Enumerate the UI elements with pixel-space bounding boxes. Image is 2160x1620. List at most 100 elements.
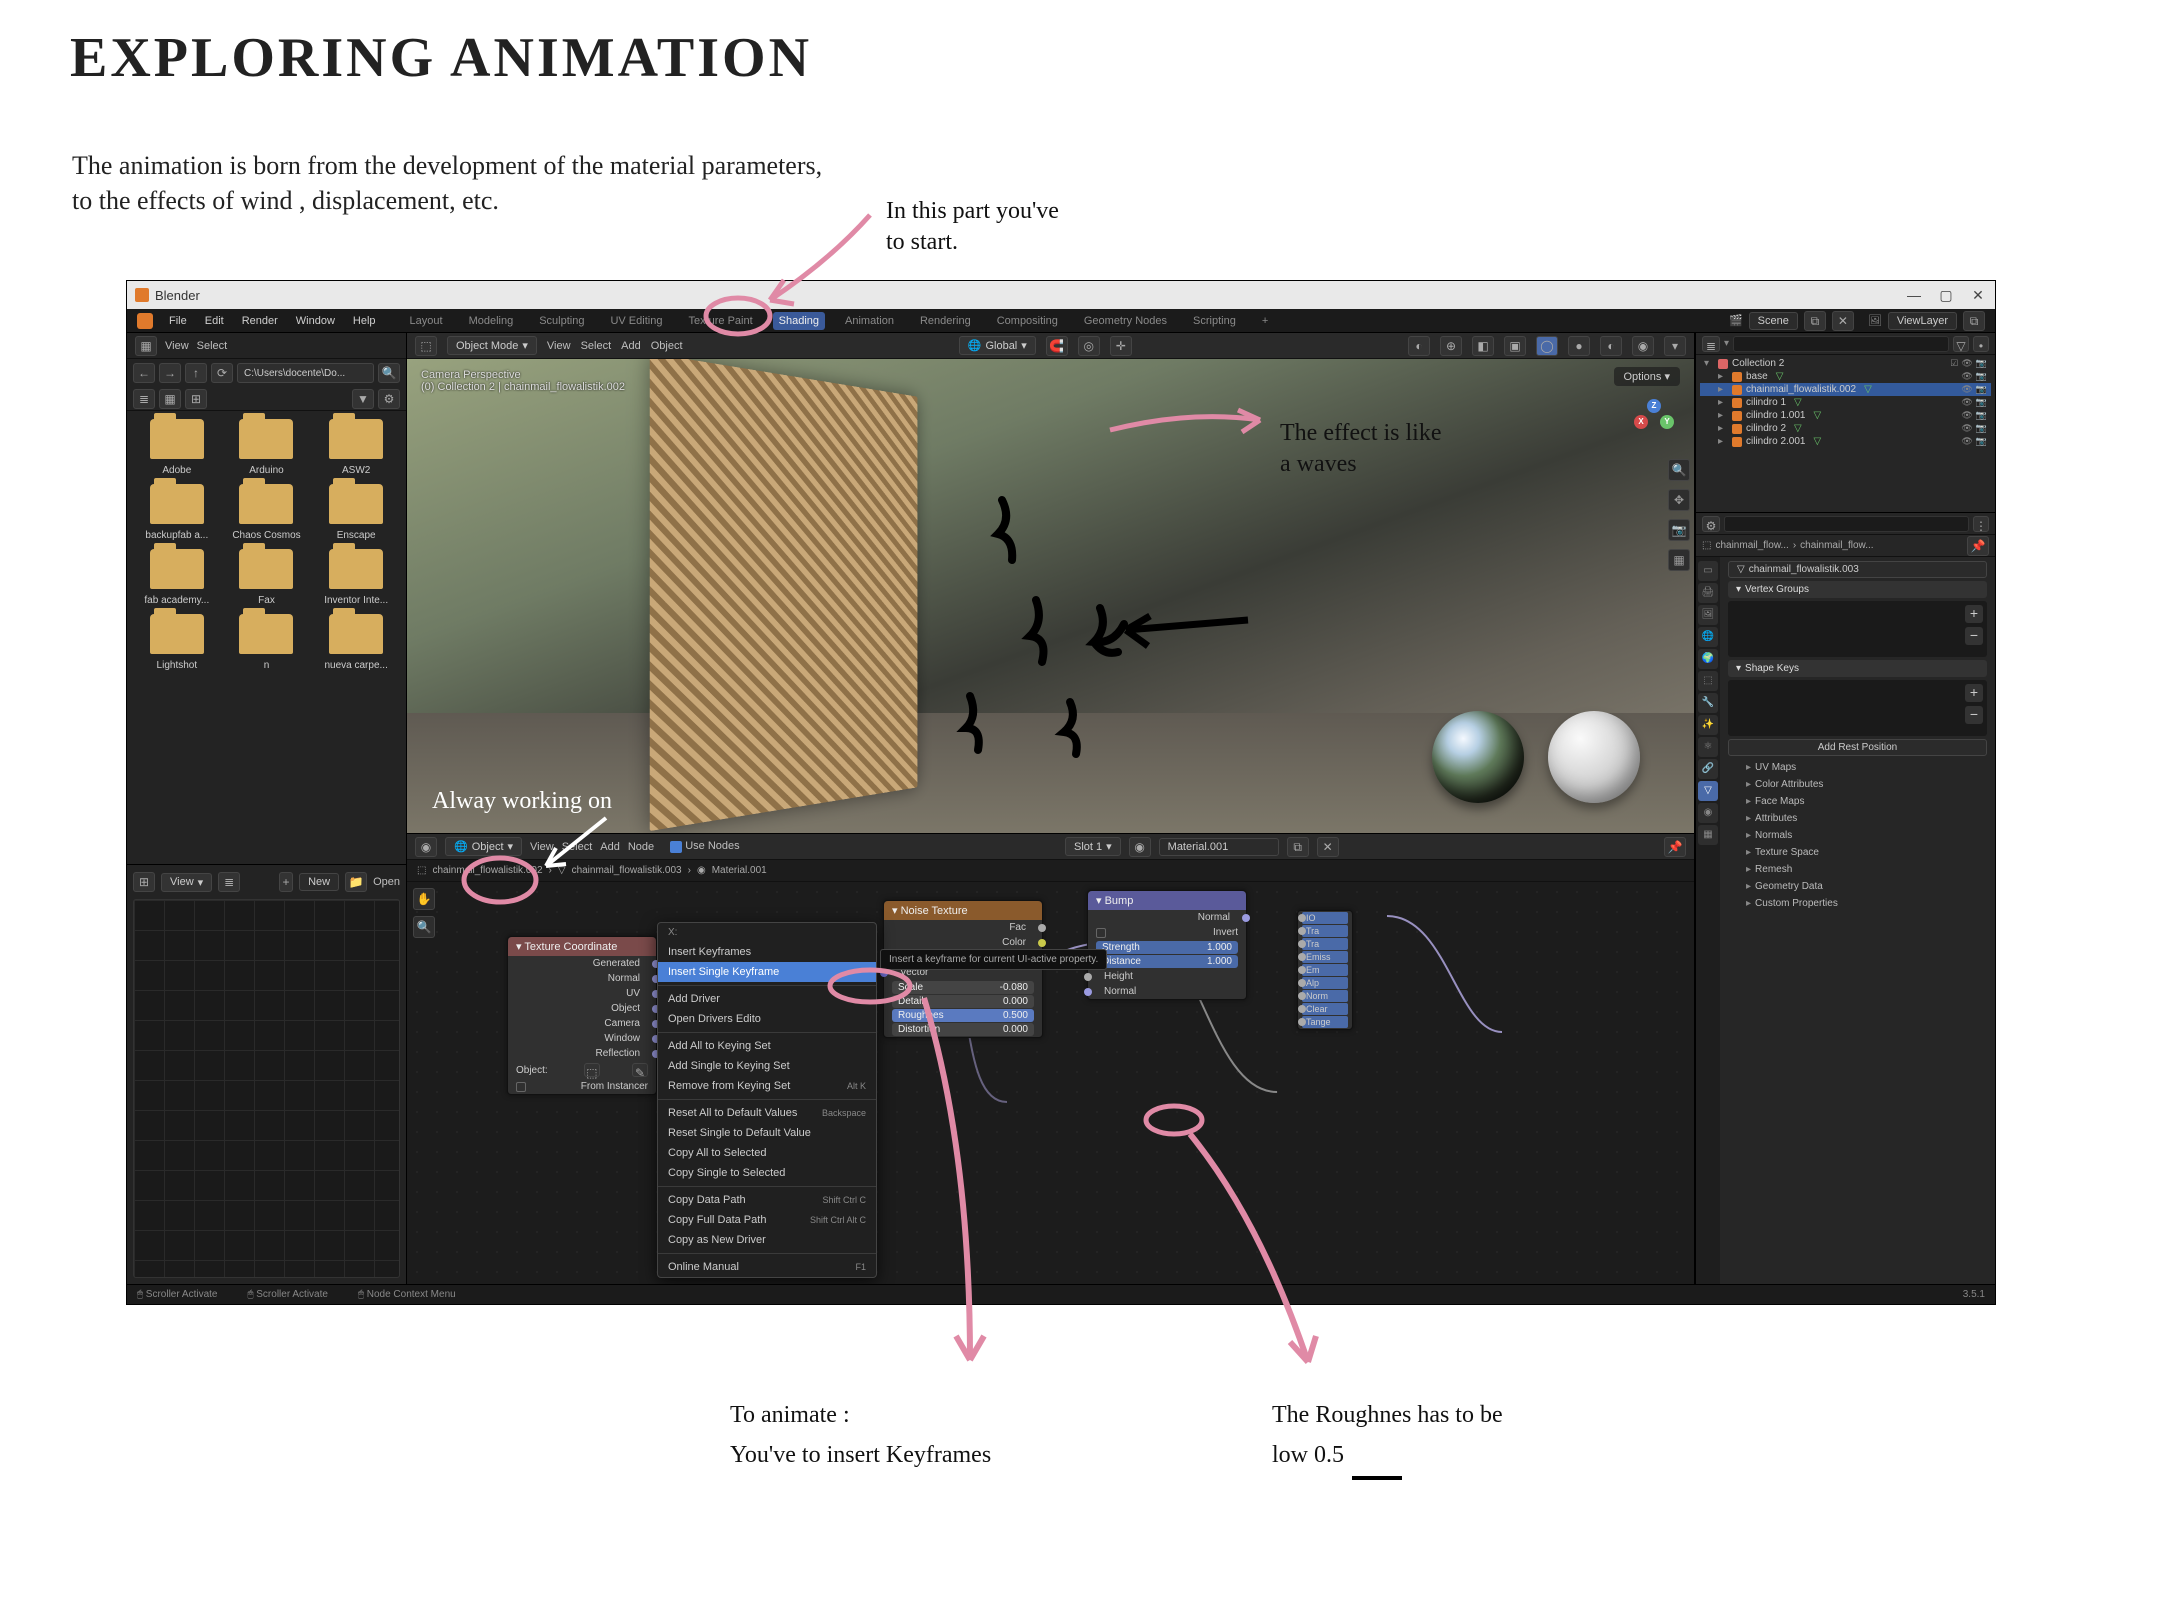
- outliner-item[interactable]: ▸cilindro 1.001▽👁📷: [1700, 409, 1991, 422]
- camera-icon[interactable]: 📷: [1668, 519, 1690, 541]
- menu-window[interactable]: Window: [288, 312, 343, 330]
- asset-type-icon[interactable]: ⊞: [133, 872, 155, 892]
- asset-grid[interactable]: [133, 899, 400, 1278]
- bump-invert-checkbox[interactable]: [1096, 928, 1106, 938]
- noise-distortion-slider[interactable]: Distortion0.000: [892, 1023, 1034, 1036]
- vertex-groups-box[interactable]: +−: [1728, 601, 1987, 657]
- maximize-button[interactable]: ▢: [1937, 287, 1955, 304]
- shading-solid-icon[interactable]: ●: [1568, 336, 1590, 356]
- folder-item[interactable]: fab academy...: [135, 549, 219, 606]
- outliner-collection[interactable]: ▾ Collection 2 ☑👁📷: [1700, 357, 1991, 370]
- ctx-item[interactable]: Add Driver: [658, 989, 876, 1009]
- vp-select-menu[interactable]: Select: [581, 340, 612, 352]
- vp-add-menu[interactable]: Add: [621, 340, 641, 352]
- bump-strength-slider[interactable]: Strength1.000: [1096, 941, 1238, 954]
- props-section[interactable]: ▸ Geometry Data: [1728, 878, 1987, 895]
- tab-constraints[interactable]: 🔗: [1698, 759, 1718, 779]
- scene-field[interactable]: Scene: [1749, 312, 1798, 330]
- shader-type-dropdown[interactable]: 🌐 Object ▾: [445, 837, 522, 856]
- sh-zoom-icon[interactable]: 🔍: [413, 916, 435, 938]
- scene-new-button[interactable]: ✕: [1832, 311, 1854, 331]
- texcoord-out[interactable]: UV: [508, 986, 656, 1001]
- tab-material[interactable]: ◉: [1698, 803, 1718, 823]
- zoom-icon[interactable]: 🔍: [1668, 459, 1690, 481]
- nav-back-button[interactable]: ←: [133, 363, 155, 383]
- mat-unlink-icon[interactable]: ✕: [1317, 837, 1339, 857]
- shading-wire-icon[interactable]: ◯: [1536, 336, 1558, 356]
- props-section[interactable]: ▸ Custom Properties: [1728, 895, 1987, 912]
- panel-shape-keys[interactable]: ▾ Shape Keys: [1728, 660, 1987, 677]
- nav-fwd-button[interactable]: →: [159, 363, 181, 383]
- sh-add-menu[interactable]: Add: [600, 841, 620, 853]
- editor-type-icon[interactable]: ⬚: [415, 336, 437, 356]
- shading-matprev-icon[interactable]: ◐: [1600, 336, 1622, 356]
- tab-texture[interactable]: ▦: [1698, 825, 1718, 845]
- props-pin-icon[interactable]: 📌: [1967, 536, 1989, 556]
- dispmode-thumb-icon[interactable]: ▦: [159, 389, 181, 409]
- fb-view-menu[interactable]: View: [165, 340, 189, 352]
- sh-hand-icon[interactable]: ✋: [413, 888, 435, 910]
- bsdf-input[interactable]: Tra: [1302, 938, 1348, 950]
- node-bump[interactable]: ▾ Bump Normal Invert Strength1.000 Dista…: [1087, 890, 1247, 1000]
- bump-normal-in[interactable]: Normal: [1104, 986, 1136, 997]
- ws-texpaint[interactable]: Texture Paint: [682, 312, 758, 330]
- use-nodes-checkbox[interactable]: [670, 841, 682, 853]
- folder-item[interactable]: nueva carpe...: [314, 614, 398, 671]
- bump-distance-slider[interactable]: Distance1.000: [1096, 955, 1238, 968]
- ws-modeling[interactable]: Modeling: [463, 312, 520, 330]
- outliner-filter-icon[interactable]: ▽: [1953, 336, 1969, 352]
- bsdf-input[interactable]: Clear: [1302, 1003, 1348, 1015]
- vp-view-menu[interactable]: View: [547, 340, 571, 352]
- ctx-item[interactable]: Copy Single to Selected: [658, 1163, 876, 1183]
- xray-icon[interactable]: ▣: [1504, 336, 1526, 356]
- ctx-item[interactable]: Remove from Keying SetAlt K: [658, 1076, 876, 1096]
- bsdf-input[interactable]: Tange: [1302, 1016, 1348, 1028]
- folder-item[interactable]: Lightshot: [135, 614, 219, 671]
- asset-open-label[interactable]: Open: [373, 876, 400, 888]
- dispmode-list-icon[interactable]: ≣: [133, 389, 155, 409]
- material-browse-icon[interactable]: ◉: [1129, 837, 1151, 857]
- bc-obj[interactable]: chainmail_flowalistik.002: [432, 865, 542, 876]
- tab-particles[interactable]: ✨: [1698, 715, 1718, 735]
- folder-item[interactable]: n: [225, 614, 309, 671]
- bsdf-input[interactable]: Em: [1302, 964, 1348, 976]
- overlays-icon[interactable]: ◧: [1472, 336, 1494, 356]
- sh-select-menu[interactable]: Select: [562, 841, 593, 853]
- material-field[interactable]: Material.001: [1159, 838, 1279, 856]
- ws-sculpting[interactable]: Sculpting: [533, 312, 590, 330]
- ws-compositing[interactable]: Compositing: [991, 312, 1064, 330]
- asset-new-button[interactable]: New: [299, 873, 339, 891]
- folder-item[interactable]: Enscape: [314, 484, 398, 541]
- bc-mat[interactable]: Material.001: [712, 865, 767, 876]
- props-options-icon[interactable]: ⋮: [1973, 516, 1989, 532]
- texcoord-header[interactable]: ▾ Texture Coordinate: [508, 937, 656, 956]
- fb-display-icon[interactable]: ▦: [135, 336, 157, 356]
- viewlayer-field[interactable]: ViewLayer: [1888, 312, 1957, 330]
- viewport-canvas[interactable]: Camera Perspective (0) Collection 2 | ch…: [407, 359, 1694, 833]
- texcoord-out[interactable]: Reflection: [508, 1046, 656, 1061]
- viewport-options[interactable]: Options ▾: [1614, 367, 1681, 386]
- tab-physics[interactable]: ⚛: [1698, 737, 1718, 757]
- chainmail-object[interactable]: [650, 359, 918, 831]
- slot-dropdown[interactable]: Slot 1 ▾: [1065, 837, 1121, 856]
- texcoord-out[interactable]: Object: [508, 1001, 656, 1016]
- folder-item[interactable]: ASW2: [314, 419, 398, 476]
- shape-keys-box[interactable]: +−: [1728, 680, 1987, 736]
- texcoord-out[interactable]: Camera: [508, 1016, 656, 1031]
- props-section[interactable]: ▸ Color Attributes: [1728, 776, 1987, 793]
- texcoord-obj-field[interactable]: ⬚: [584, 1063, 600, 1077]
- ctx-item[interactable]: Add All to Keying Set: [658, 1036, 876, 1056]
- noise-out-fac[interactable]: Fac: [1009, 922, 1026, 933]
- add-rest-button[interactable]: Add Rest Position: [1728, 739, 1987, 756]
- move-icon[interactable]: ✥: [1668, 489, 1690, 511]
- menu-file[interactable]: File: [161, 312, 195, 330]
- props-section[interactable]: ▸ Face Maps: [1728, 793, 1987, 810]
- ctx-item[interactable]: Open Drivers Edito: [658, 1009, 876, 1029]
- shading-dropdown-icon[interactable]: ▾: [1664, 336, 1686, 356]
- vg-add-button[interactable]: +: [1965, 605, 1983, 623]
- ws-shading[interactable]: Shading: [773, 312, 825, 330]
- bump-out-normal[interactable]: Normal: [1198, 912, 1230, 923]
- orientation-dropdown[interactable]: 🌐 Global ▾: [959, 336, 1036, 355]
- ws-animation[interactable]: Animation: [839, 312, 900, 330]
- overlay-toggle-icon[interactable]: ◐: [1408, 336, 1430, 356]
